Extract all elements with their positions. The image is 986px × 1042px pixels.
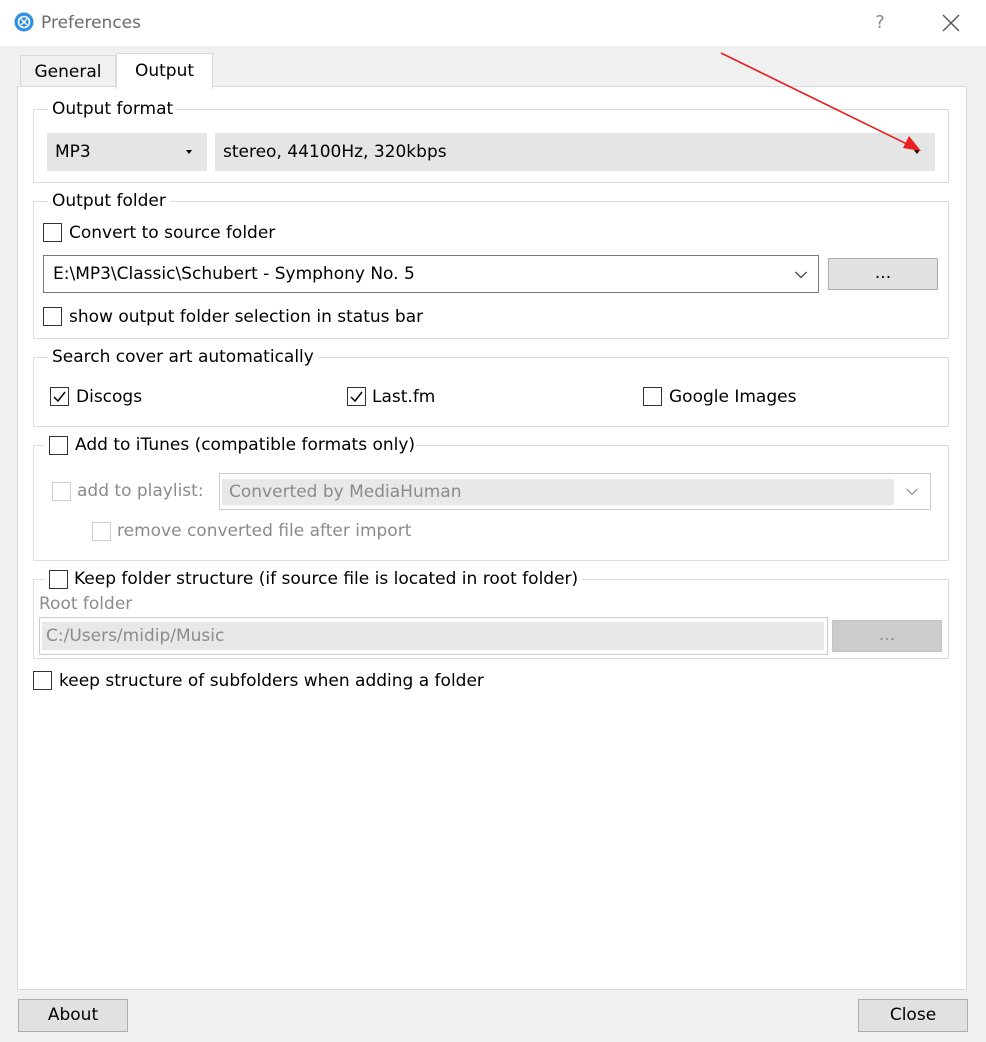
chevron-down-icon (186, 150, 192, 154)
remove-after-import-checkbox[interactable] (92, 522, 111, 541)
playlist-value: Converted by MediaHuman (229, 482, 462, 502)
google-images-label: Google Images (669, 387, 797, 407)
root-folder-input[interactable]: C:/Users/midip/Music (39, 617, 828, 655)
cover-art-title: Search cover art automatically (48, 347, 318, 367)
window-close-button[interactable] (934, 8, 968, 38)
root-folder-label: Root folder (39, 594, 133, 614)
remove-after-import-label: remove converted file after import (117, 521, 412, 541)
convert-to-source-checkbox[interactable] (43, 223, 62, 242)
keep-folder-structure-checkbox[interactable] (49, 570, 68, 589)
cover-art-group (33, 357, 949, 427)
lastfm-label: Last.fm (372, 387, 436, 407)
close-icon (942, 14, 960, 32)
about-button[interactable]: About (18, 999, 128, 1032)
convert-to-source-label: Convert to source folder (69, 223, 276, 243)
add-to-itunes-checkbox[interactable] (49, 436, 68, 455)
root-folder-value: C:/Users/midip/Music (46, 626, 225, 646)
keep-subfolders-label: keep structure of subfolders when adding… (59, 671, 484, 691)
format-select[interactable]: MP3 (47, 133, 207, 171)
check-icon (350, 391, 363, 403)
format-select-value: MP3 (55, 142, 91, 162)
discogs-label: Discogs (76, 387, 143, 407)
browse-root-folder-button[interactable]: ... (832, 620, 942, 652)
tab-general[interactable]: General (20, 55, 116, 89)
playlist-combo[interactable]: Converted by MediaHuman (219, 473, 931, 510)
add-to-playlist-checkbox[interactable] (52, 482, 71, 501)
close-button[interactable]: Close (858, 999, 968, 1032)
add-to-itunes-label: Add to iTunes (compatible formats only) (75, 435, 416, 455)
quality-select-value: stereo, 44100Hz, 320kbps (223, 142, 447, 162)
google-images-checkbox[interactable] (643, 387, 662, 406)
title-bar (0, 0, 986, 46)
lastfm-checkbox[interactable] (347, 387, 366, 406)
add-to-playlist-label: add to playlist: (77, 481, 204, 501)
chevron-down-icon (795, 271, 807, 279)
output-folder-path-value: E:\MP3\Classic\Schubert - Symphony No. 5 (53, 264, 415, 284)
help-button[interactable]: ? (864, 8, 896, 38)
annotation-arrow-icon (720, 52, 921, 151)
tab-output[interactable]: Output (116, 53, 213, 89)
show-in-status-bar-label: show output folder selection in status b… (69, 307, 424, 327)
output-folder-title: Output folder (48, 191, 170, 211)
discogs-checkbox[interactable] (50, 387, 69, 406)
output-folder-path-combo[interactable]: E:\MP3\Classic\Schubert - Symphony No. 5 (43, 255, 819, 293)
check-icon (53, 391, 66, 403)
keep-folder-structure-label: Keep folder structure (if source file is… (74, 569, 579, 589)
output-format-title: Output format (48, 99, 178, 119)
keep-subfolders-checkbox[interactable] (33, 671, 52, 690)
window-title: Preferences (41, 13, 141, 33)
browse-output-folder-button[interactable]: ... (828, 258, 938, 290)
show-in-status-bar-checkbox[interactable] (43, 307, 62, 326)
chevron-down-icon (906, 488, 918, 496)
app-icon (14, 12, 34, 32)
